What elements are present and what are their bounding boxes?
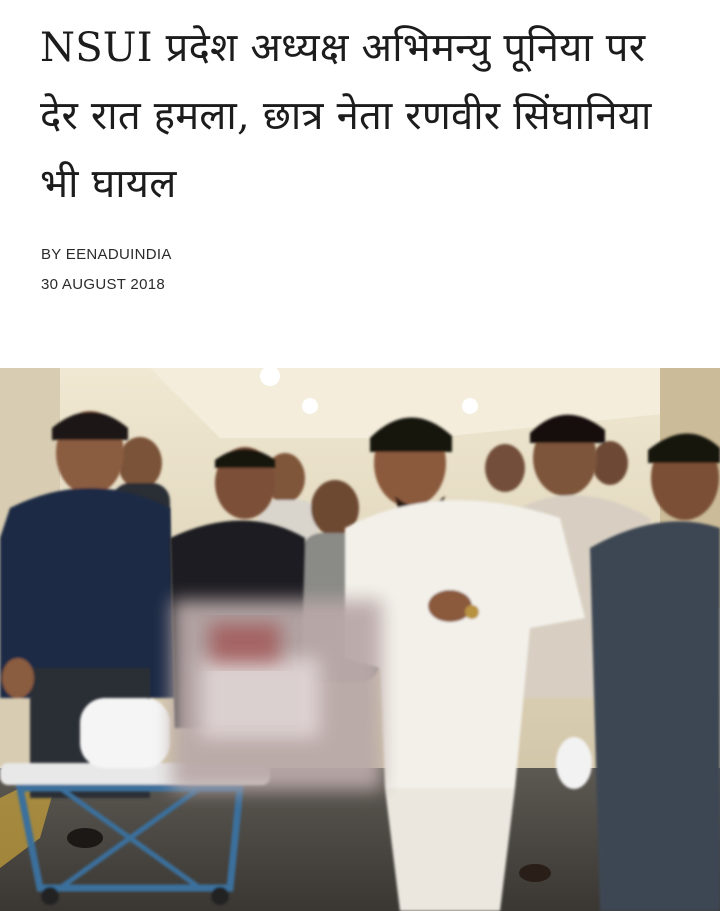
hospital-corridor-photo [0,368,720,911]
article-headline: NSUI प्रदेश अध्यक्ष अभिमन्यु पूनिया पर द… [40,25,652,207]
ceiling-light [462,398,478,414]
article-byline: BY EENADUINDIA [41,246,172,263]
shoe [519,864,551,882]
shoe [67,828,103,848]
article-photo [0,368,720,911]
article: NSUI प्रदेश अध्यक्ष अभिमन्यु पूनिया पर द… [0,0,720,911]
article-date: 30 AUGUST 2018 [41,276,165,293]
ceiling-light [302,398,318,414]
